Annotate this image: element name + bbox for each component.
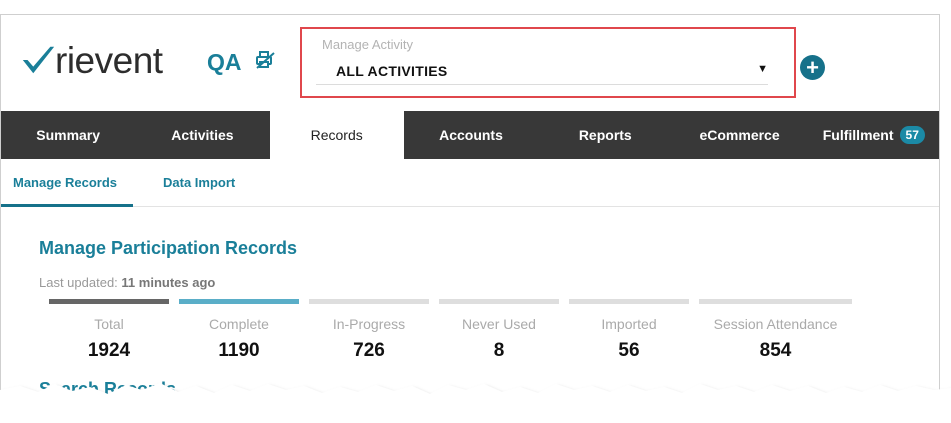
fulfillment-count-badge: 57 [899,126,925,144]
stat-imported[interactable]: Imported 56 [569,299,689,362]
last-updated-value: 11 minutes ago [121,275,216,290]
stat-never-used[interactable]: Never Used 8 [439,299,559,362]
tab-label: Accounts [439,127,503,143]
stat-label: Imported [601,316,657,332]
stat-value: 854 [759,340,792,361]
stat-label: Never Used [462,316,536,332]
stat-label: In-Progress [332,316,406,332]
stat-in-progress[interactable]: In-Progress 726 [309,299,429,362]
stat-value: 1924 [87,340,131,361]
logo-text: rievent [55,39,163,81]
stats-row: Total 1924 Complete 1190 In-Progress 726… [1,299,939,379]
stat-label: Total [94,316,124,332]
stat-bar [439,299,559,304]
stat-bar [49,299,169,304]
checkmark-logo-icon [22,46,55,74]
tab-activities[interactable]: Activities [135,111,269,159]
tab-records[interactable]: Records [269,111,404,159]
brand-logo[interactable]: rievent [19,41,163,79]
last-updated-label: Last updated: [39,275,118,290]
stat-total[interactable]: Total 1924 [49,299,169,362]
tab-fulfillment[interactable]: Fulfillment 57 [807,111,939,159]
stat-bar [569,299,689,304]
caret-down-icon: ▼ [757,63,768,75]
app-window: rievent QA Manage Activity ALL ACTIVITIE… [0,14,940,423]
tab-label: Records [310,127,363,143]
tab-ecommerce[interactable]: eCommerce [672,111,806,159]
main-nav: Summary Activities Records Accounts Repo… [1,111,939,159]
search-records-heading: Search Records [39,379,177,399]
tab-summary[interactable]: Summary [1,111,135,159]
stat-value: 726 [353,340,385,361]
stat-value: 8 [493,340,505,361]
tab-label: eCommerce [699,127,780,143]
tab-reports[interactable]: Reports [538,111,672,159]
stat-value: 56 [618,340,640,361]
tab-label: Reports [578,127,632,143]
printer-icon[interactable] [254,49,276,71]
tab-label: Fulfillment [822,127,894,143]
stat-label: Complete [209,316,269,332]
tab-label: Activities [171,127,234,143]
stat-session-attendance[interactable]: Session Attendance 854 [699,299,852,362]
tab-accounts[interactable]: Accounts [404,111,538,159]
activity-selector-highlight: Manage Activity ALL ACTIVITIES ▼ [300,27,796,98]
environment-label: QA [207,49,242,75]
activity-dropdown[interactable]: ALL ACTIVITIES ▼ [316,59,768,85]
add-activity-button[interactable]: + [800,55,825,80]
tab-label: Summary [36,127,101,143]
subtab-manage-records[interactable]: Manage Records [13,175,117,190]
stat-bar [699,299,852,304]
active-subtab-indicator [1,204,133,207]
page-title: Manage Participation Records [39,238,298,258]
activity-selected-value: ALL ACTIVITIES [336,63,448,79]
last-updated: Last updated: 11 minutes ago [39,275,215,290]
sub-nav: Manage Records Data Import [1,159,939,207]
stat-bar [179,299,299,304]
stat-complete[interactable]: Complete 1190 [179,299,299,362]
activity-label: Manage Activity [322,37,414,52]
stat-bar [309,299,429,304]
subtab-data-import[interactable]: Data Import [163,175,235,190]
stat-value: 1190 [218,340,260,361]
stat-label: Session Attendance [713,316,838,332]
